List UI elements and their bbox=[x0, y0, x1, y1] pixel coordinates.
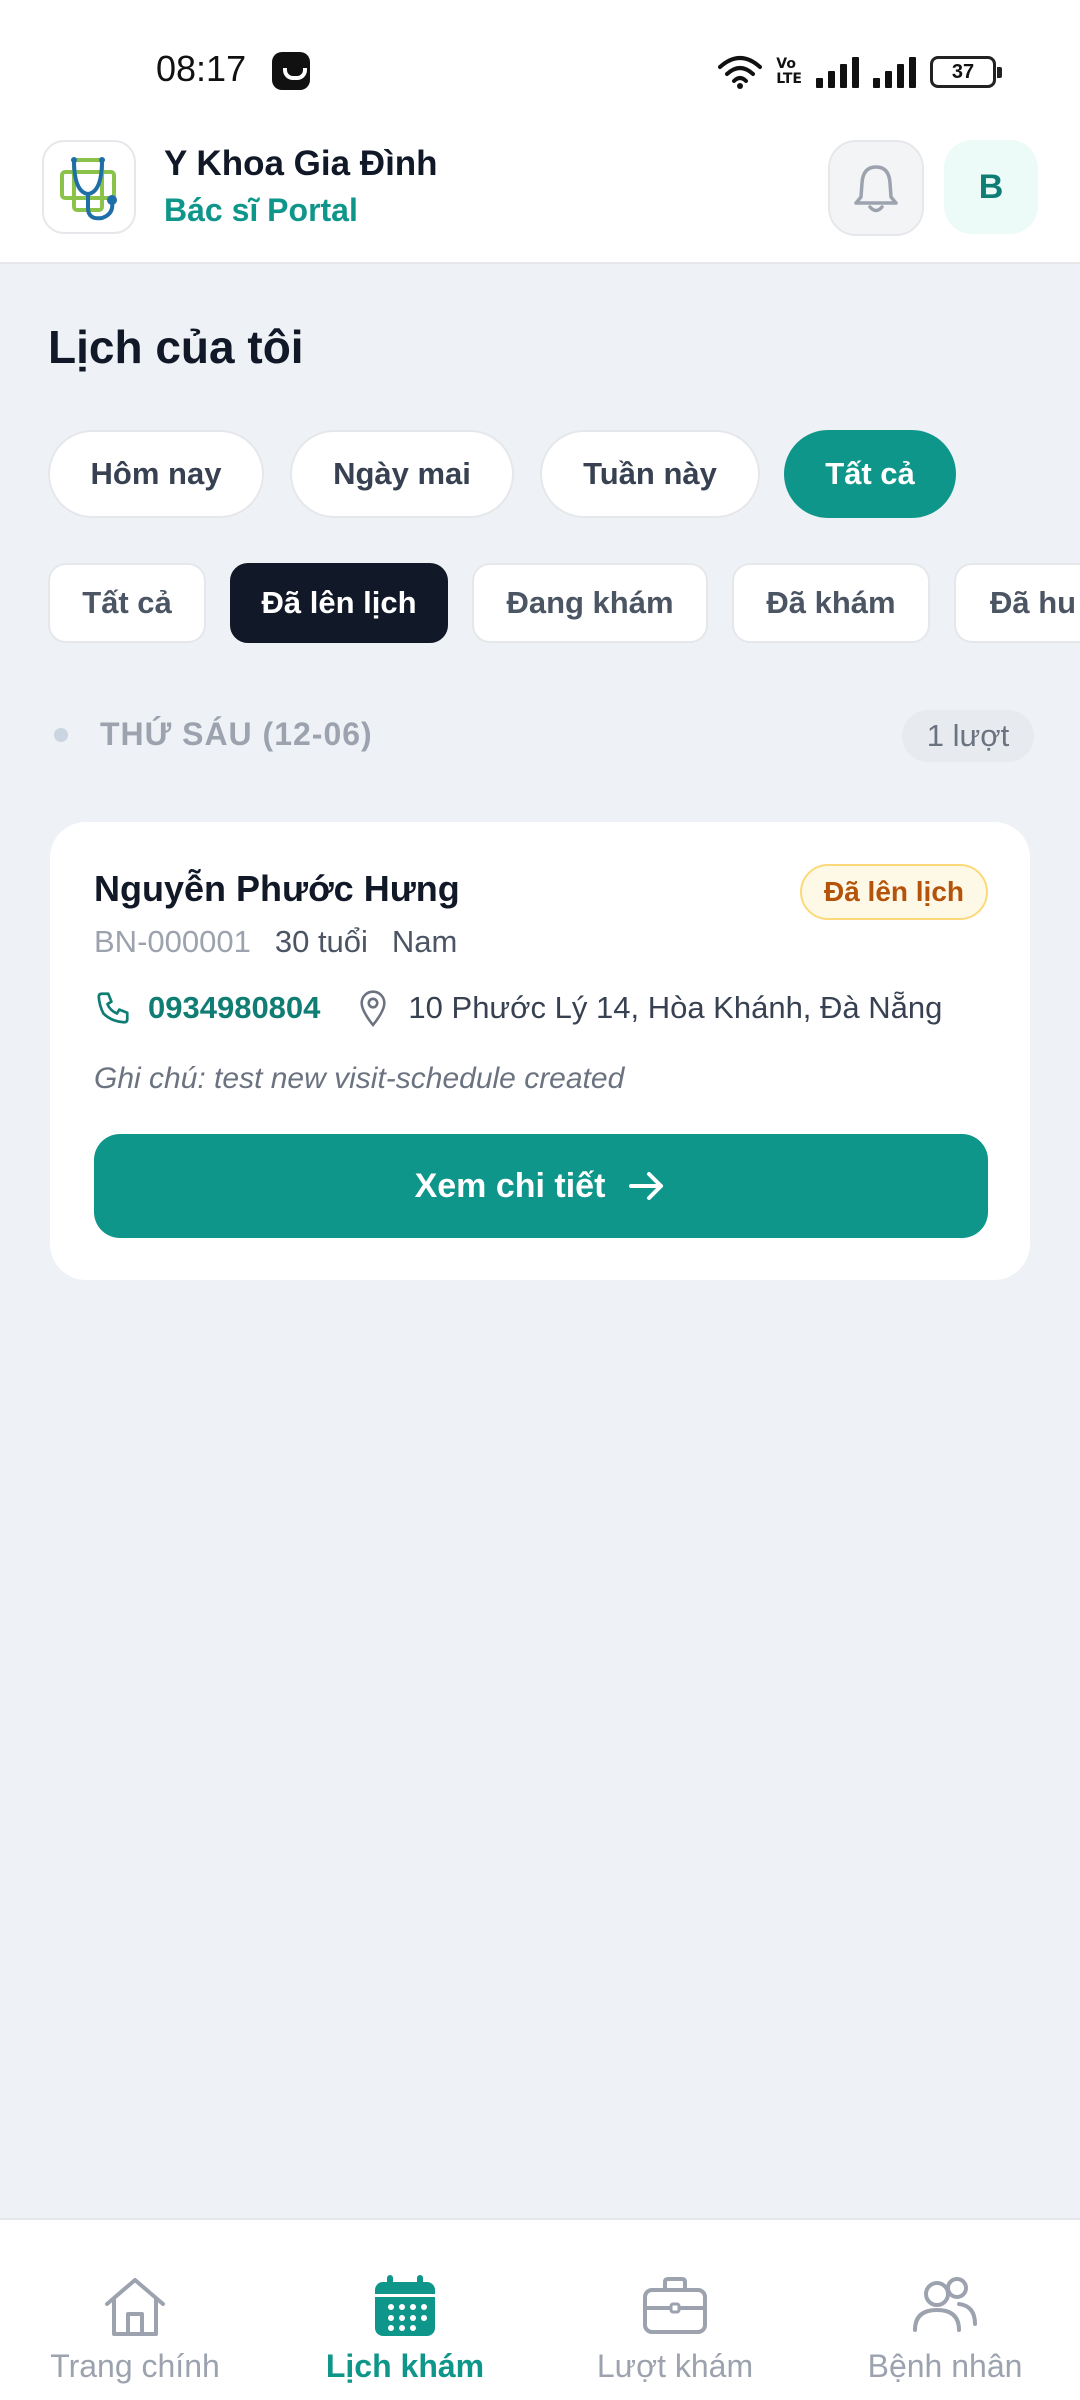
status-indicators: Vo LTE 37 bbox=[718, 52, 1002, 92]
phone-icon bbox=[97, 992, 129, 1024]
patient-id: BN-000001 bbox=[94, 924, 251, 959]
nav-visits[interactable]: Lượt khám bbox=[540, 2220, 810, 2400]
bottom-nav: Trang chính Lịch khám Lượt khám Bệnh nhâ… bbox=[0, 2218, 1080, 2400]
app-title: Y Khoa Gia Đình bbox=[164, 144, 438, 183]
avatar[interactable]: B bbox=[944, 140, 1038, 234]
phone-link[interactable]: 0934980804 bbox=[148, 990, 320, 1026]
tab-scheduled[interactable]: Đã lên lịch bbox=[230, 563, 448, 643]
page-title: Lịch của tôi bbox=[48, 321, 304, 373]
app-header: Y Khoa Gia Đình Bác sĩ Portal B bbox=[0, 130, 1080, 264]
nav-visits-label: Lượt khám bbox=[596, 2348, 754, 2384]
app-logo bbox=[42, 140, 136, 234]
calendar-icon bbox=[371, 2272, 439, 2340]
day-dot bbox=[54, 728, 68, 742]
signal-icon bbox=[816, 56, 859, 88]
filter-today[interactable]: Hôm nay bbox=[48, 430, 264, 518]
filter-tomorrow[interactable]: Ngày mai bbox=[290, 430, 514, 518]
status-bar: 08:17 Vo LTE 37 bbox=[0, 0, 1080, 130]
note-text: Ghi chú: test new visit-schedule created bbox=[94, 1062, 625, 1095]
nav-schedule-label: Lịch khám bbox=[325, 2348, 485, 2384]
visit-count-badge: 1 lượt bbox=[902, 710, 1034, 762]
battery-icon: 37 bbox=[930, 56, 1002, 88]
arrow-right-icon bbox=[629, 1172, 664, 1200]
address-text: 10 Phước Lý 14, Hòa Khánh, Đà Nẵng bbox=[408, 990, 943, 1025]
notifications-button[interactable] bbox=[828, 140, 924, 236]
users-icon bbox=[911, 2272, 979, 2340]
filter-this-week[interactable]: Tuần này bbox=[540, 430, 760, 518]
view-details-label: Xem chi tiết bbox=[414, 1166, 606, 1205]
location-pin-icon bbox=[360, 990, 387, 1028]
notification-face-icon bbox=[272, 52, 310, 90]
home-icon bbox=[101, 2272, 169, 2340]
filter-all[interactable]: Tất cả bbox=[784, 430, 956, 518]
status-time: 08:17 bbox=[156, 48, 247, 89]
day-group-label: THỨ SÁU (12-06) bbox=[100, 716, 373, 752]
nav-home-label: Trang chính bbox=[50, 2348, 220, 2384]
view-details-button[interactable]: Xem chi tiết bbox=[94, 1134, 988, 1238]
bell-icon bbox=[854, 165, 898, 213]
status-badge: Đã lên lịch bbox=[800, 864, 988, 920]
tab-cancelled[interactable]: Đã hu bbox=[954, 563, 1080, 643]
volte-icon: Vo LTE bbox=[776, 56, 802, 87]
patient-meta: BN-000001 30 tuổi Nam bbox=[94, 924, 457, 960]
appointment-card[interactable]: Nguyễn Phước Hưng Đã lên lịch BN-000001 … bbox=[50, 822, 1030, 1280]
nav-schedule[interactable]: Lịch khám bbox=[270, 2220, 540, 2400]
signal-icon bbox=[873, 56, 916, 88]
patient-name: Nguyễn Phước Hưng bbox=[94, 868, 460, 909]
nav-patients-label: Bệnh nhân bbox=[867, 2348, 1023, 2384]
wifi-icon bbox=[718, 55, 763, 89]
nav-home[interactable]: Trang chính bbox=[0, 2220, 270, 2400]
contact-row: 0934980804 10 Phước Lý 14, Hòa Khánh, Đà… bbox=[94, 986, 942, 1030]
briefcase-icon bbox=[641, 2272, 709, 2340]
tab-completed[interactable]: Đã khám bbox=[732, 563, 930, 643]
app-subtitle: Bác sĩ Portal bbox=[164, 192, 358, 228]
patient-gender: Nam bbox=[391, 924, 458, 959]
address-group: 10 Phước Lý 14, Hòa Khánh, Đà Nẵng bbox=[356, 988, 942, 1028]
patient-age: 30 tuổi bbox=[274, 924, 368, 959]
tab-all[interactable]: Tất cả bbox=[48, 563, 206, 643]
nav-patients[interactable]: Bệnh nhân bbox=[810, 2220, 1080, 2400]
tab-in-progress[interactable]: Đang khám bbox=[472, 563, 708, 643]
stethoscope-logo-icon bbox=[60, 157, 117, 221]
